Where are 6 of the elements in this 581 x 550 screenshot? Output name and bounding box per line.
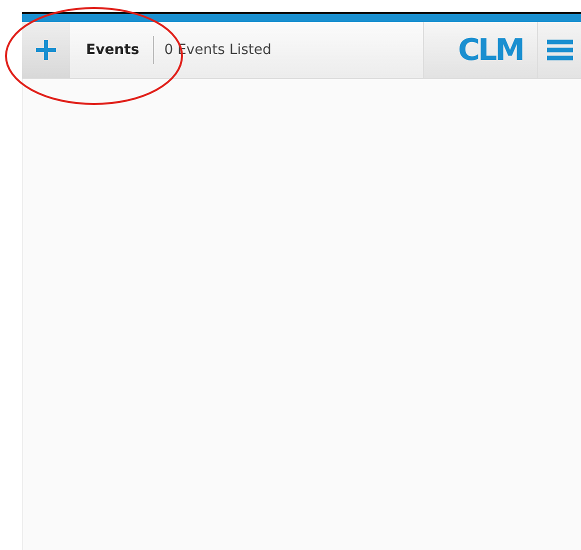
menu-icon (546, 38, 572, 62)
plus-icon (34, 38, 58, 62)
add-button[interactable] (22, 22, 70, 78)
page-title: Events (85, 42, 140, 58)
menu-button[interactable] (537, 22, 581, 78)
logo: CLM (458, 32, 523, 68)
